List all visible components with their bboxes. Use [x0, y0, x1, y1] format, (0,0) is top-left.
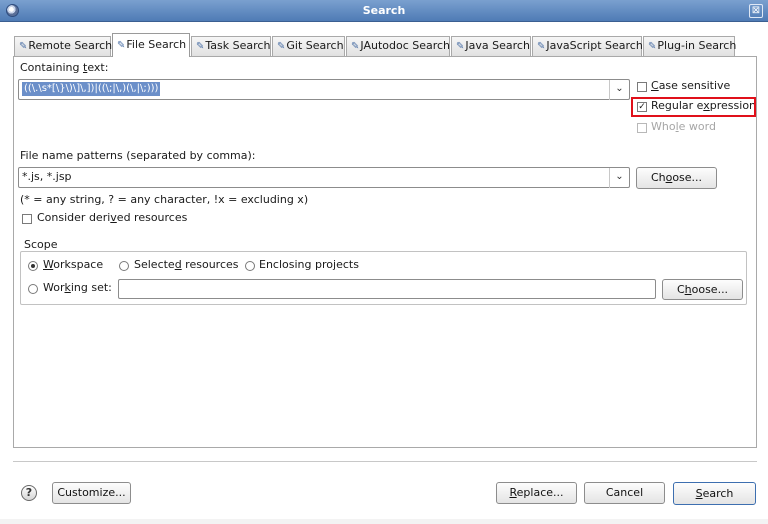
label-part: ext: [87, 61, 109, 74]
tab-label: Git Search [286, 39, 344, 52]
git-search-icon: ✎ [277, 41, 286, 52]
whole-word-label[interactable]: Whole word [651, 120, 716, 133]
file-patterns-hint: (* = any string, ? = any character, !x =… [20, 193, 309, 206]
file-patterns-label: File name patterns (separated by comma): [20, 149, 256, 162]
tab-label: JavaScript Search [546, 39, 643, 52]
working-set-radio[interactable] [28, 284, 38, 294]
search-button[interactable]: Search [673, 482, 756, 505]
tab-jautodoc-search[interactable]: ✎JAutodoc Search [346, 36, 450, 56]
customize-button[interactable]: Customize... [52, 482, 131, 504]
scope-legend: Scope [23, 238, 59, 251]
working-set-input[interactable] [118, 279, 656, 299]
choose-working-set-button[interactable]: Choose... [662, 279, 743, 300]
chevron-down-icon[interactable]: ⌄ [609, 168, 629, 188]
help-icon[interactable]: ? [21, 485, 37, 501]
javascript-search-icon: ✎ [537, 41, 546, 52]
annotation-highlight-box [631, 97, 756, 117]
containing-text-label: Containing text: [20, 61, 108, 74]
tab-label: File Search [126, 38, 187, 51]
tab-label: JAutodoc Search [360, 39, 451, 52]
tab-label: Remote Search [28, 39, 113, 52]
derived-resources-label[interactable]: Consider derived resources [37, 211, 187, 224]
label-part: oose... [691, 283, 729, 296]
label-part: Ch [650, 171, 666, 184]
label-part: Selecte [134, 258, 175, 271]
remote-search-icon: ✎ [19, 41, 28, 52]
tab-plugin-search[interactable]: ✎Plug-in Search [643, 36, 737, 56]
mnemonic: R [509, 486, 517, 499]
label-part: e word [678, 120, 716, 133]
tab-label: Task Search [205, 39, 271, 52]
mnemonic: S [695, 487, 703, 500]
close-icon[interactable]: ⊠ [749, 4, 763, 18]
label-part: orkspace [53, 258, 104, 271]
label-part: C [676, 283, 685, 296]
selected-resources-radio[interactable] [119, 261, 129, 271]
plugin-search-icon: ✎ [648, 41, 657, 52]
label-part: resources [181, 258, 239, 271]
jautodoc-search-icon: ✎ [351, 41, 360, 52]
label-part: Wor [43, 281, 65, 294]
label-part: ing set: [70, 281, 112, 294]
replace-button[interactable]: Replace... [496, 482, 577, 504]
whole-word-checkbox[interactable] [637, 123, 647, 133]
tab-label: Java Search [465, 39, 530, 52]
case-sensitive-checkbox[interactable] [637, 82, 647, 92]
tab-file-search[interactable]: ✎File Search [112, 33, 190, 57]
mnemonic: h [684, 283, 692, 296]
mnemonic: d [174, 258, 182, 271]
derived-resources-checkbox[interactable] [22, 214, 32, 224]
choose-patterns-button[interactable]: Choose... [636, 167, 717, 189]
working-set-label[interactable]: Working set: [43, 281, 112, 294]
label-part: Containing [20, 61, 83, 74]
tab-remote-search[interactable]: ✎Remote Search [14, 36, 113, 56]
tab-git-search[interactable]: ✎Git Search [272, 36, 345, 56]
containing-text-input[interactable]: ((\.\s*[\}\)\]\,])|((\;|\,)(\,|\;))) [22, 82, 161, 96]
label-part: Consider deri [37, 211, 111, 224]
label-part: Enclosing pro [259, 258, 333, 271]
label-part: ose... [672, 171, 703, 184]
mnemonic: C [651, 79, 659, 92]
label-part: earch [702, 487, 734, 500]
cancel-button[interactable]: Cancel [584, 482, 665, 504]
enclosing-projects-radio[interactable] [245, 261, 255, 271]
file-patterns-combo[interactable] [18, 167, 630, 188]
enclosing-projects-label[interactable]: Enclosing projects [259, 258, 359, 271]
task-search-icon: ✎ [196, 41, 205, 52]
file-search-icon: ✎ [117, 40, 126, 51]
java-search-icon: ✎ [456, 41, 465, 52]
tab-java-search[interactable]: ✎Java Search [451, 36, 531, 56]
footer-separator [13, 461, 757, 462]
tab-javascript-search[interactable]: ✎JavaScript Search [532, 36, 643, 56]
case-sensitive-label[interactable]: Case sensitive [651, 79, 730, 92]
mnemonic: W [43, 258, 54, 271]
chevron-down-icon[interactable]: ⌄ [609, 80, 629, 100]
label-part: eplace... [516, 486, 564, 499]
label-part: Who [651, 120, 676, 133]
window-title: Search [362, 4, 406, 17]
tab-label: Plug-in Search [657, 39, 737, 52]
label-part: ase sensitive [658, 79, 731, 92]
file-patterns-input[interactable]: *.js, *.jsp [22, 170, 72, 183]
label-part: ects [336, 258, 359, 271]
workspace-radio[interactable] [28, 261, 38, 271]
workspace-label[interactable]: Workspace [43, 258, 103, 271]
tab-task-search[interactable]: ✎Task Search [191, 36, 271, 56]
label-part: ed resources [116, 211, 188, 224]
selected-resources-label[interactable]: Selected resources [134, 258, 239, 271]
bottom-strip [0, 519, 768, 524]
